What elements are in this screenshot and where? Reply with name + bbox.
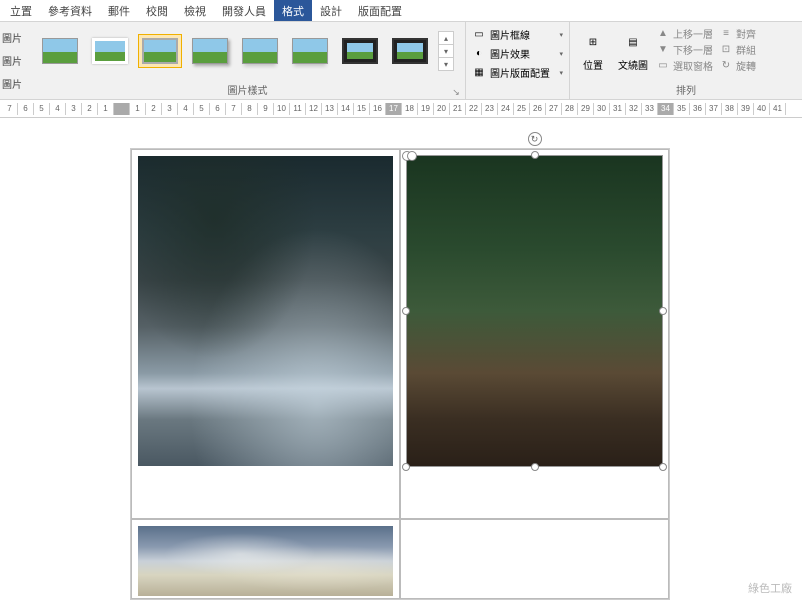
watermark: 綠色工廠 <box>748 580 792 596</box>
page: ↻ <box>130 148 670 600</box>
styles-group-label: 圖片樣式 ↘ <box>30 80 465 99</box>
style-thumb-2[interactable] <box>88 34 132 68</box>
image-cave-stream[interactable] <box>138 156 393 466</box>
tab-layout[interactable]: 版面配置 <box>350 0 410 21</box>
backward-icon: ▼ <box>656 43 670 57</box>
table-cell[interactable]: ↻ <box>400 149 669 519</box>
border-icon: ▭ <box>472 28 486 42</box>
ribbon-left-1[interactable]: 圖片 <box>2 53 28 68</box>
wrap-text-button[interactable]: ▤ 文繞圖 <box>614 26 652 76</box>
rotate-icon: ↻ <box>719 59 733 73</box>
picture-options-group: ▭ 圖片框線▾ ◐ 圖片效果▾ ▦ 圖片版面配置▾ <box>466 22 570 99</box>
ribbon-left-labels: 圖片 圖片 圖片 <box>0 22 30 99</box>
horizontal-ruler[interactable]: 7654321123456789101112131415161718192021… <box>0 100 802 118</box>
selection-pane-button[interactable]: ▭選取窗格 <box>654 58 715 73</box>
rotate-button[interactable]: ↻旋轉 <box>717 58 758 73</box>
chevron-down-icon: ▾ <box>559 50 563 58</box>
bring-forward-button[interactable]: ▲上移一層 <box>654 26 715 41</box>
style-thumb-6[interactable] <box>288 34 332 68</box>
image-sky-clouds[interactable] <box>138 526 393 596</box>
rotate-handle-icon[interactable]: ↻ <box>528 132 542 146</box>
ribbon: 圖片 圖片 圖片 ▴▾▾ 圖片樣式 ↘ ▭ 圖片框線▾ ◐ 圖片效果▾ <box>0 22 802 100</box>
tab-view[interactable]: 檢視 <box>176 0 214 21</box>
group-icon: ⊡ <box>719 43 733 57</box>
selection-icon: ▭ <box>656 59 670 73</box>
tab-developer[interactable]: 開發人員 <box>214 0 274 21</box>
picture-border-button[interactable]: ▭ 圖片框線▾ <box>470 26 565 43</box>
styles-dialog-launcher-icon[interactable]: ↘ <box>451 87 461 97</box>
style-thumb-3[interactable] <box>138 34 182 68</box>
image-forest-selected[interactable]: ↻ <box>407 156 662 466</box>
tab-mailings[interactable]: 郵件 <box>100 0 138 21</box>
position-icon: ⊞ <box>581 31 605 55</box>
forward-icon: ▲ <box>656 27 670 41</box>
chevron-down-icon: ▾ <box>559 31 563 39</box>
tab-format[interactable]: 格式 <box>274 0 312 21</box>
table-cell[interactable] <box>131 519 400 599</box>
effects-icon: ◐ <box>472 47 486 61</box>
table-cell[interactable] <box>131 149 400 519</box>
resize-handle[interactable] <box>531 463 539 471</box>
arrange-group: ⊞ 位置 ▤ 文繞圖 ▲上移一層 ▼下移一層 ▭選取窗格 ≡對齊 ⊡群組 ↻旋轉… <box>570 22 802 99</box>
tab-position[interactable]: 立置 <box>2 0 40 21</box>
table: ↻ <box>131 149 669 599</box>
tab-references[interactable]: 參考資料 <box>40 0 100 21</box>
style-thumb-5[interactable] <box>238 34 282 68</box>
align-icon: ≡ <box>719 27 733 41</box>
style-thumb-8[interactable] <box>388 34 432 68</box>
picture-layout-button[interactable]: ▦ 圖片版面配置▾ <box>470 64 565 81</box>
arrange-group-label: 排列 <box>570 80 802 99</box>
send-backward-button[interactable]: ▼下移一層 <box>654 42 715 57</box>
styles-more-button[interactable]: ▴▾▾ <box>438 31 454 71</box>
position-button[interactable]: ⊞ 位置 <box>574 26 612 76</box>
ribbon-left-2[interactable]: 圖片 <box>2 76 28 91</box>
resize-handle[interactable] <box>659 307 667 315</box>
chevron-down-icon: ▾ <box>559 69 563 77</box>
wrap-icon: ▤ <box>621 31 645 55</box>
ribbon-tabs: 立置 參考資料 郵件 校閱 檢視 開發人員 格式 設計 版面配置 <box>0 0 802 22</box>
resize-handle[interactable] <box>531 151 539 159</box>
align-button[interactable]: ≡對齊 <box>717 26 758 41</box>
resize-handle[interactable] <box>402 463 410 471</box>
tab-design[interactable]: 設計 <box>312 0 350 21</box>
style-thumb-7[interactable] <box>338 34 382 68</box>
style-thumb-4[interactable] <box>188 34 232 68</box>
layout-icon: ▦ <box>472 66 486 80</box>
group-button[interactable]: ⊡群組 <box>717 42 758 57</box>
document-area: ↻ <box>0 118 802 602</box>
ribbon-left-0[interactable]: 圖片 <box>2 30 28 45</box>
resize-handle[interactable] <box>402 307 410 315</box>
style-thumb-1[interactable] <box>38 34 82 68</box>
tab-review[interactable]: 校閱 <box>138 0 176 21</box>
picture-effects-button[interactable]: ◐ 圖片效果▾ <box>470 45 565 62</box>
picture-styles-group: ▴▾▾ 圖片樣式 ↘ <box>30 22 466 99</box>
resize-handle[interactable] <box>659 463 667 471</box>
table-cell[interactable] <box>400 519 669 599</box>
